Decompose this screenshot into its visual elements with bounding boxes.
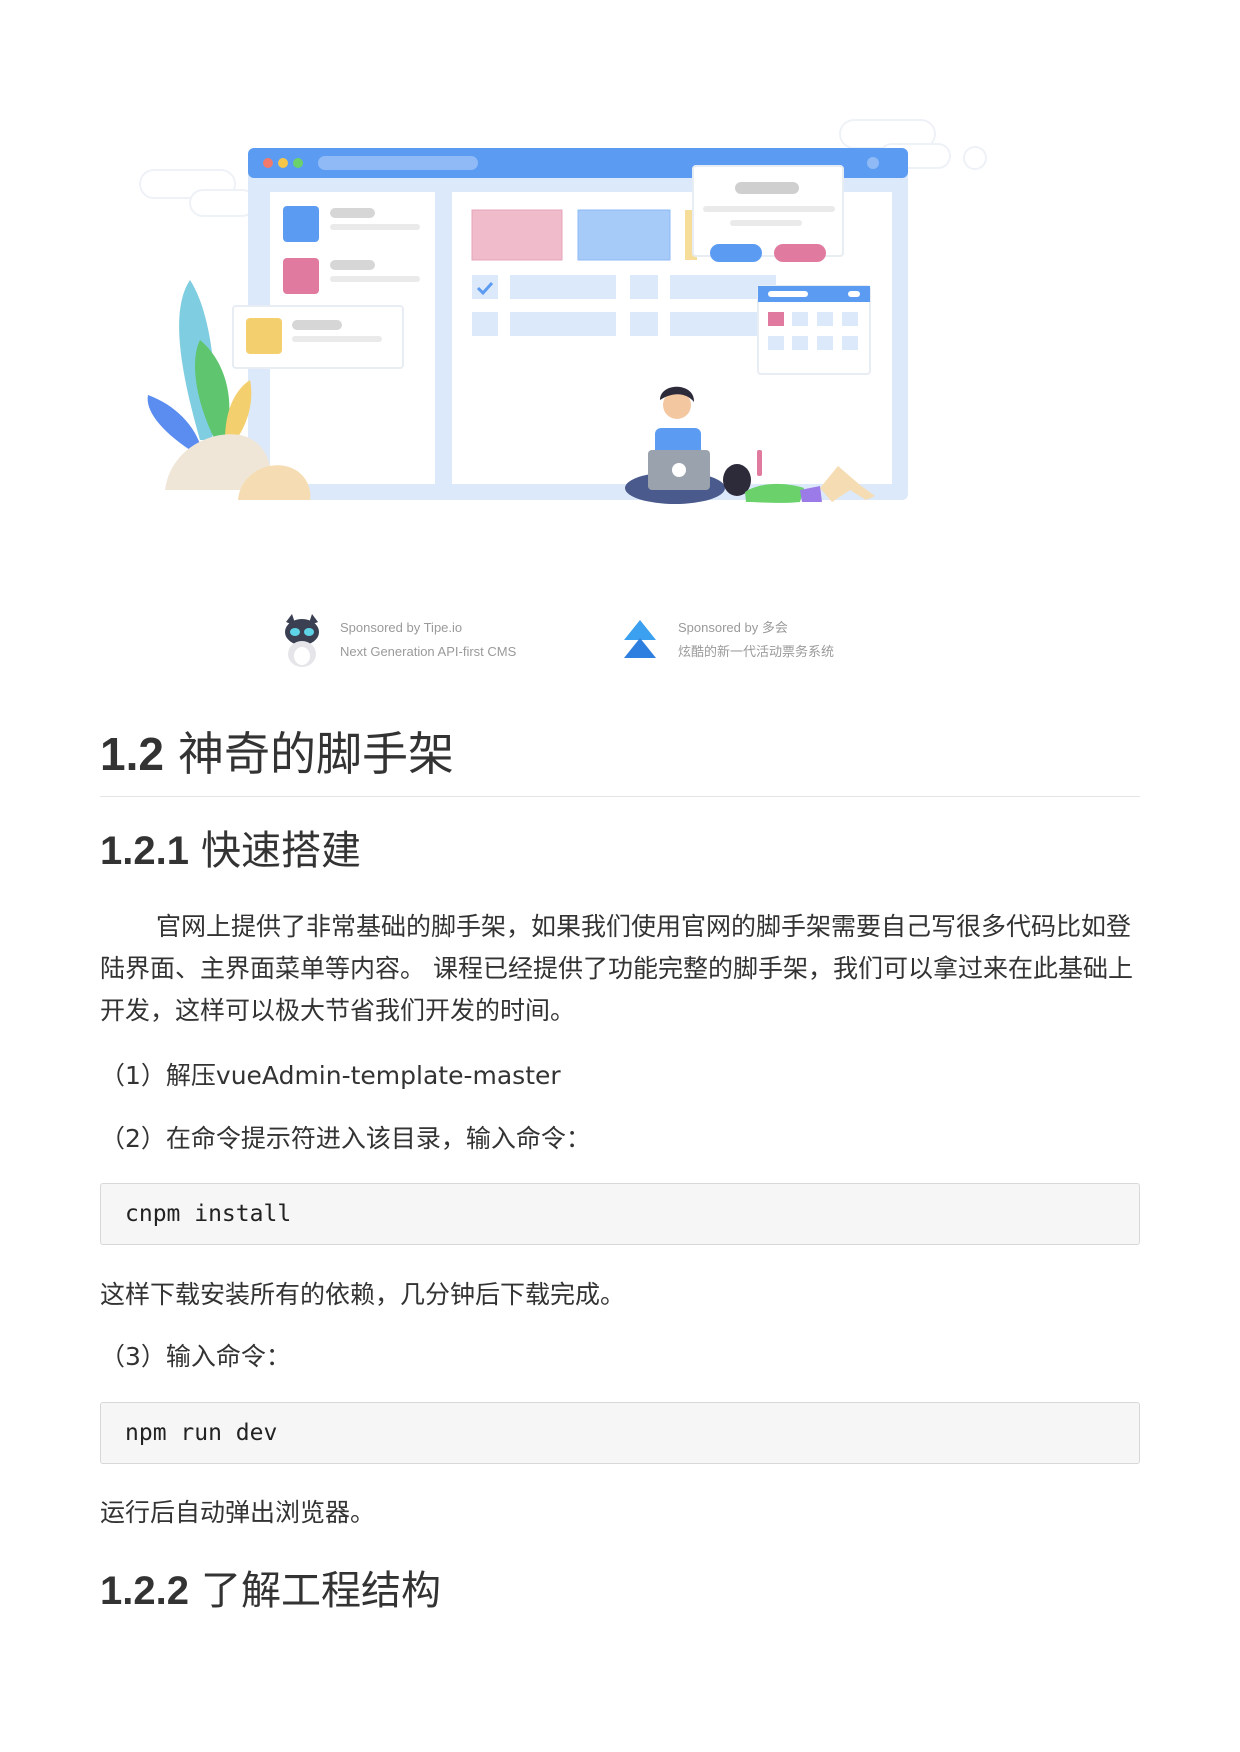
hero-illustration — [120, 110, 1000, 580]
subsection-number: 1.2.2 — [100, 1569, 189, 1613]
step-1-text: （1）解压vueAdmin-template-master — [100, 1061, 561, 1090]
subsection-title: 快速搭建 — [200, 828, 361, 874]
subsection-heading-project-structure: 1.2.2 了解工程结构 — [100, 1564, 441, 1618]
install-description: 这样下载安装所有的依赖，几分钟后下载完成。 — [100, 1280, 626, 1309]
subsection-title: 了解工程结构 — [200, 1568, 441, 1614]
tipe-cat-logo-icon — [285, 614, 319, 667]
sponsor-tipe[interactable]: Sponsored by Tipe.io Next Generation API… — [278, 612, 516, 668]
section-number: 1.2 — [100, 728, 164, 780]
heading-divider — [100, 796, 1140, 797]
section-title: 神奇的脚手架 — [177, 727, 454, 781]
intro-paragraph: 官网上提供了非常基础的脚手架，如果我们使用官网的脚手架需要自己写很多代码比如登陆… — [100, 912, 1133, 1025]
cloud-left-icon — [139, 169, 256, 217]
step-2-text: （2）在命令提示符进入该目录，输入命令： — [100, 1124, 591, 1153]
sponsor-duohui-line2: 炫酷的新一代活动票务系统 — [678, 644, 835, 659]
sponsor-duohui-line1: Sponsored by 多会 — [678, 620, 788, 635]
section-heading: 1.2 神奇的脚手架 — [100, 722, 454, 786]
dialog-card-mockup — [692, 165, 844, 262]
subsection-number: 1.2.1 — [100, 829, 189, 873]
sponsor-tipe-line1: Sponsored by Tipe.io — [340, 620, 463, 635]
calendar-card-mockup — [757, 285, 871, 375]
subsection-heading-quick-setup: 1.2.1 快速搭建 — [100, 824, 361, 878]
code-block-install[interactable]: cnpm install — [100, 1183, 1140, 1245]
sponsor-duohui[interactable]: Sponsored by 多会 炫酷的新一代活动票务系统 — [616, 612, 834, 668]
duohui-arrow-logo-icon — [624, 620, 656, 658]
sponsors-row: Sponsored by Tipe.io Next Generation API… — [0, 612, 1240, 672]
step-3-text: （3）输入命令： — [100, 1342, 291, 1371]
run-description: 运行后自动弹出浏览器。 — [100, 1498, 376, 1527]
code-block-run-dev[interactable]: npm run dev — [100, 1402, 1140, 1464]
sponsor-tipe-line2: Next Generation API-first CMS — [340, 644, 517, 659]
